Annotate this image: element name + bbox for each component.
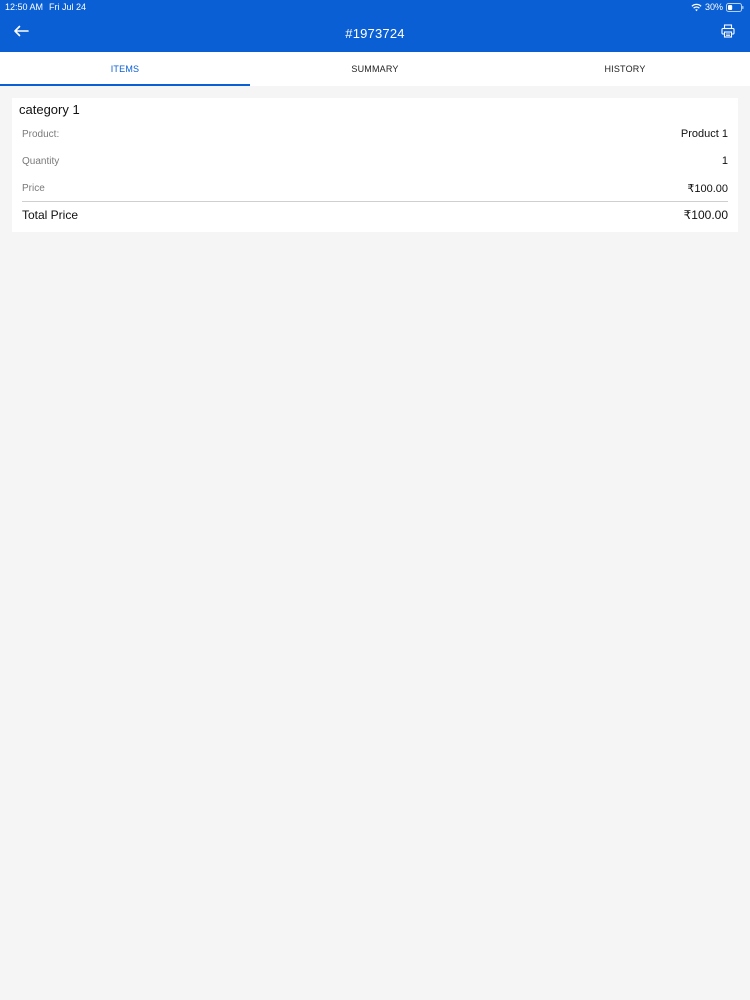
product-label: Product: <box>22 128 60 140</box>
total-price-label: Total Price <box>22 208 79 222</box>
tab-history[interactable]: HISTORY <box>500 52 750 86</box>
quantity-value: 1 <box>721 155 728 167</box>
battery-icon <box>726 3 744 12</box>
battery-percent: 30% <box>704 2 723 12</box>
product-row: Product: Product 1 <box>22 121 728 147</box>
wifi-icon <box>691 3 702 12</box>
price-row: Price ₹100.00 <box>22 175 728 201</box>
item-card: category 1 Product: Product 1 Quantity 1… <box>12 98 738 232</box>
total-price-value: ₹100.00 <box>683 208 728 222</box>
app-bar: #1973724 <box>0 15 750 52</box>
page-title: #1973724 <box>345 26 405 41</box>
order-detail-screen: 12:50 AM Fri Jul 24 30% #1973724 ITEMS S… <box>0 0 750 1000</box>
price-value: ₹100.00 <box>687 182 728 195</box>
status-indicators: 30% <box>691 0 744 15</box>
tab-summary[interactable]: SUMMARY <box>250 52 500 86</box>
print-button[interactable] <box>718 23 738 43</box>
total-price-row: Total Price ₹100.00 <box>22 202 728 228</box>
price-label: Price <box>22 182 45 194</box>
print-icon <box>721 23 735 43</box>
category-title: category 1 <box>19 102 80 117</box>
status-date: Fri Jul 24 <box>49 2 87 12</box>
status-bar: 12:50 AM Fri Jul 24 30% <box>0 0 750 15</box>
tab-items[interactable]: ITEMS <box>0 52 250 86</box>
quantity-label: Quantity <box>22 155 60 167</box>
tab-bar: ITEMS SUMMARY HISTORY <box>0 52 750 86</box>
header: 12:50 AM Fri Jul 24 30% #1973724 <box>0 0 750 52</box>
product-value: Product 1 <box>680 128 728 140</box>
status-time: 12:50 AM <box>5 2 44 12</box>
quantity-row: Quantity 1 <box>22 148 728 174</box>
status-time-date: 12:50 AM Fri Jul 24 <box>5 0 86 15</box>
